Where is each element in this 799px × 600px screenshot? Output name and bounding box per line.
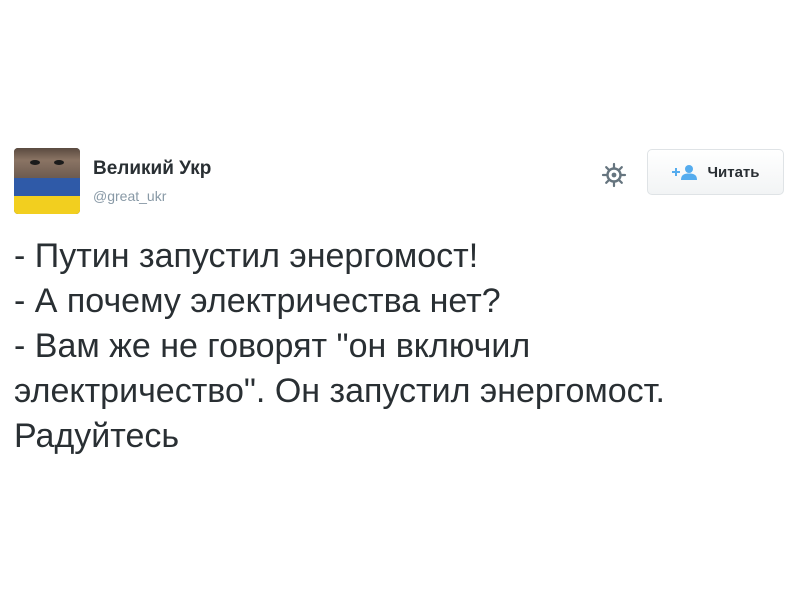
avatar-flag-yellow xyxy=(14,196,80,214)
tweet-text-line: Радуйтесь xyxy=(14,417,180,455)
tweet-text-line: - Вам же не говорят "он включил xyxy=(14,327,531,365)
tweet-text: - Путин запустил энергомост! - А почему … xyxy=(14,234,794,459)
follow-button[interactable]: Читать xyxy=(647,149,784,195)
author-handle[interactable]: @great_ukr xyxy=(93,188,166,204)
tweet-text-line: - А почему электричества нет? xyxy=(14,282,501,320)
follow-button-label: Читать xyxy=(707,163,760,181)
tweet-text-line: электричество". Он запустил энергомост. xyxy=(14,372,665,410)
author-display-name[interactable]: Великий Укр xyxy=(93,158,211,180)
avatar-flag-blue xyxy=(14,178,80,196)
tweet-text-line: - Путин запустил энергомост! xyxy=(14,237,479,275)
avatar-eye-left xyxy=(30,160,40,165)
avatar[interactable] xyxy=(14,148,80,214)
gear-icon[interactable] xyxy=(601,162,627,188)
avatar-eye-right xyxy=(54,160,64,165)
follow-user-plus-icon xyxy=(672,165,698,180)
avatar-face xyxy=(14,148,80,178)
tweet-card: Великий Укр @great_ukr Читать - Путин за… xyxy=(0,0,799,600)
